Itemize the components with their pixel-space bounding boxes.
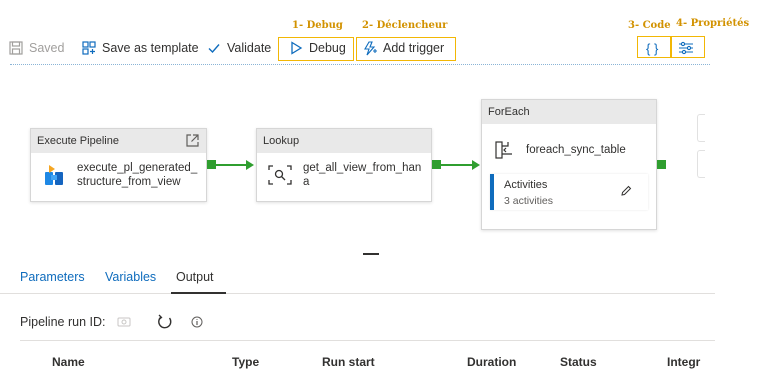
validate-label: Validate (227, 41, 272, 55)
column-header-name[interactable]: Name (52, 355, 85, 369)
save-icon (9, 41, 23, 55)
pipeline-toolbar: Saved Save as template Validate Debug Ad… (0, 36, 768, 62)
column-header-run-start[interactable]: Run start (322, 355, 375, 369)
add-trigger-label: Add trigger (383, 41, 445, 55)
annotation-debug: 1- Debug (292, 20, 343, 31)
connector-arrow-2 (472, 160, 480, 170)
properties-button[interactable] (678, 36, 700, 60)
code-button[interactable]: { } (646, 36, 658, 60)
foreach-node[interactable]: ForEach foreach_sync_table Activities 3 … (481, 99, 657, 230)
properties-icon (679, 41, 693, 55)
execute-pipeline-name-line2: structure_from_view (77, 176, 181, 188)
tab-output[interactable]: Output (176, 270, 214, 284)
column-header-type[interactable]: Type (232, 355, 259, 369)
tab-parameters[interactable]: Parameters (20, 270, 85, 284)
template-icon (82, 41, 96, 55)
foreach-name: foreach_sync_table (526, 144, 626, 156)
connector-execute-to-lookup (216, 164, 247, 166)
execute-pipeline-icon (45, 165, 63, 185)
play-icon (291, 41, 303, 55)
lookup-icon (268, 165, 292, 185)
panel-resize-handle[interactable] (363, 253, 379, 255)
execute-pipeline-node[interactable]: Execute Pipeline execute_pl_generated_ s… (30, 128, 207, 202)
foreach-header: ForEach (482, 100, 656, 124)
lookup-header: Lookup (257, 129, 431, 153)
code-braces-icon: { } (646, 40, 659, 56)
copy-icon[interactable] (117, 316, 131, 328)
offscreen-node-top (697, 114, 705, 142)
column-header-integration[interactable]: Integr (667, 355, 700, 369)
execute-pipeline-name-line1: execute_pl_generated_ (77, 162, 198, 174)
execute-pipeline-body: execute_pl_generated_ structure_from_vie… (31, 153, 206, 189)
debug-label: Debug (309, 41, 346, 55)
active-tab-indicator (171, 292, 226, 294)
annotation-code: 3- Code (628, 20, 671, 31)
foreach-body: foreach_sync_table (494, 140, 626, 160)
lookup-node[interactable]: Lookup get_all_view_from_han a (256, 128, 432, 202)
offscreen-node-bottom (697, 150, 705, 178)
foreach-success-port[interactable] (657, 160, 666, 169)
foreach-activities-box[interactable]: Activities 3 activities (490, 174, 648, 210)
toolbar-divider (10, 64, 710, 65)
column-header-duration[interactable]: Duration (467, 355, 516, 369)
connector-lookup-to-foreach (441, 164, 473, 166)
lookup-name-line2: a (303, 176, 310, 188)
lookup-success-port[interactable] (432, 160, 441, 169)
connector-arrow-1 (246, 160, 254, 170)
annotation-properties: 4- Propriétés (676, 18, 750, 29)
trigger-icon (364, 40, 377, 55)
open-external-icon[interactable] (185, 133, 200, 148)
activities-count: 3 activities (504, 195, 554, 207)
save-as-template-button[interactable]: Save as template (82, 36, 199, 60)
validate-button[interactable]: Validate (207, 36, 271, 60)
properties-tabs: Parameters Variables Output (0, 262, 715, 294)
pipeline-run-id-label: Pipeline run ID: (20, 315, 106, 329)
lookup-body: get_all_view_from_han a (257, 153, 431, 189)
saved-label: Saved (29, 41, 65, 55)
edit-pencil-icon[interactable] (620, 185, 632, 197)
debug-button[interactable]: Debug (289, 36, 346, 60)
lookup-name-line1: get_all_view_from_han (303, 162, 422, 174)
execute-pipeline-success-port[interactable] (207, 160, 216, 169)
checkmark-icon (208, 44, 220, 54)
save-as-template-label: Save as template (102, 41, 199, 55)
saved-button[interactable]: Saved (9, 36, 64, 60)
lookup-type-label: Lookup (263, 135, 300, 147)
foreach-type-label: ForEach (488, 106, 530, 118)
activities-title: Activities (504, 179, 548, 191)
output-table-header: Name Type Run start Duration Status Inte… (20, 340, 715, 380)
pipeline-run-id-row: Pipeline run ID: (20, 312, 203, 332)
tab-variables[interactable]: Variables (105, 270, 156, 284)
refresh-icon[interactable] (157, 314, 173, 330)
execute-pipeline-type-label: Execute Pipeline (37, 135, 119, 147)
foreach-icon (495, 141, 512, 159)
column-header-status[interactable]: Status (560, 355, 597, 369)
execute-pipeline-header: Execute Pipeline (31, 129, 206, 153)
info-icon[interactable] (191, 316, 203, 328)
add-trigger-button[interactable]: Add trigger (362, 36, 444, 60)
annotation-trigger: 2- Déclencheur (362, 20, 448, 31)
